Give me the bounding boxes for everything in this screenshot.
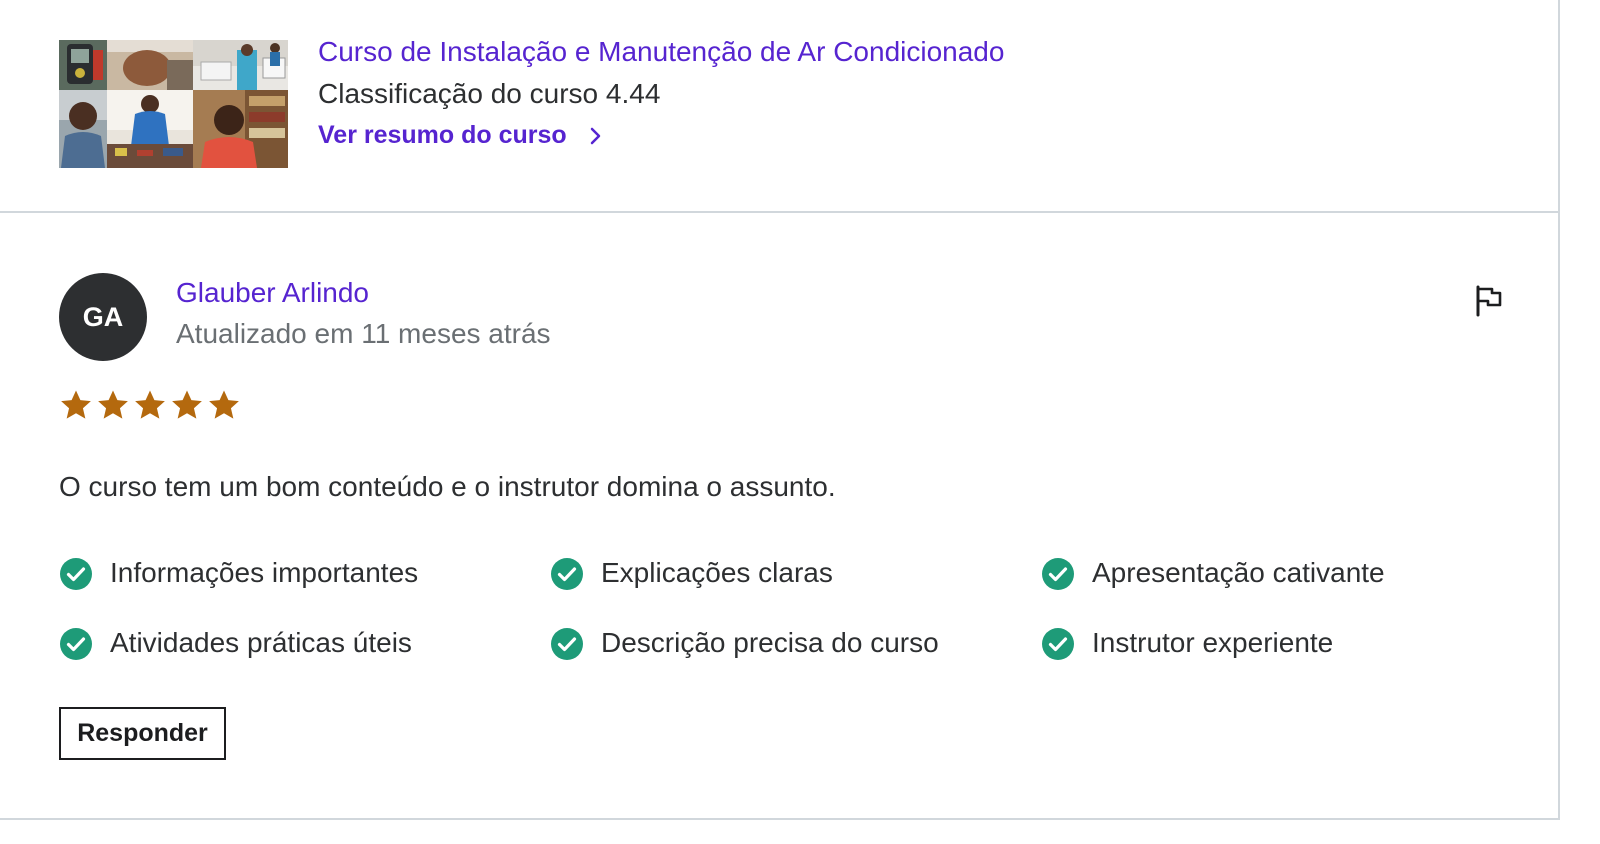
reply-button[interactable]: Responder bbox=[59, 707, 226, 760]
review-updated-time: Atualizado em 11 meses atrás bbox=[176, 318, 551, 349]
check-circle-icon bbox=[551, 558, 583, 590]
star-icon bbox=[209, 390, 239, 419]
reviewer-name-link[interactable]: Glauber Arlindo bbox=[176, 277, 369, 309]
check-circle-icon bbox=[551, 628, 583, 660]
attribute-item: Atividades práticas úteis bbox=[59, 625, 550, 695]
attribute-item: Informações importantes bbox=[59, 555, 550, 625]
review-attributes: Informações importantes Explicações clar… bbox=[59, 555, 1532, 695]
attribute-label: Informações importantes bbox=[110, 557, 419, 588]
attribute-item: Apresentação cativante bbox=[1041, 555, 1532, 625]
course-card: Curso de Instalação e Manutenção de Ar C… bbox=[0, 0, 1560, 213]
attribute-label: Explicações claras bbox=[601, 557, 833, 588]
check-circle-icon bbox=[1042, 558, 1074, 590]
chevron-right-icon bbox=[590, 127, 600, 144]
course-title-link[interactable]: Curso de Instalação e Manutenção de Ar C… bbox=[318, 36, 1004, 68]
view-course-summary-label: Ver resumo do curso bbox=[318, 121, 567, 149]
attribute-label: Apresentação cativante bbox=[1092, 557, 1385, 588]
attribute-label: Atividades práticas úteis bbox=[110, 627, 412, 658]
attribute-item: Descrição precisa do curso bbox=[550, 625, 1041, 695]
flag-icon[interactable] bbox=[1474, 285, 1504, 317]
check-circle-icon bbox=[60, 628, 92, 660]
star-icon bbox=[135, 390, 165, 419]
check-circle-icon bbox=[60, 558, 92, 590]
star-icon bbox=[61, 390, 91, 419]
view-course-summary-link[interactable]: Ver resumo do curso bbox=[318, 121, 603, 150]
check-circle-icon bbox=[1042, 628, 1074, 660]
avatar: GA bbox=[59, 273, 147, 361]
star-icon bbox=[172, 390, 202, 419]
attribute-label: Instrutor experiente bbox=[1092, 627, 1334, 658]
course-rating: Classificação do curso 4.44 bbox=[318, 78, 661, 109]
star-icon bbox=[98, 390, 128, 419]
star-rating bbox=[59, 388, 241, 422]
attribute-label: Descrição precisa do curso bbox=[601, 627, 939, 658]
attribute-item: Explicações claras bbox=[550, 555, 1041, 625]
review-text: O curso tem um bom conteúdo e o instruto… bbox=[59, 471, 836, 502]
review-card: GA Glauber Arlindo Atualizado em 11 mese… bbox=[0, 213, 1560, 820]
attribute-item: Instrutor experiente bbox=[1041, 625, 1532, 695]
course-thumbnail[interactable] bbox=[59, 40, 288, 168]
